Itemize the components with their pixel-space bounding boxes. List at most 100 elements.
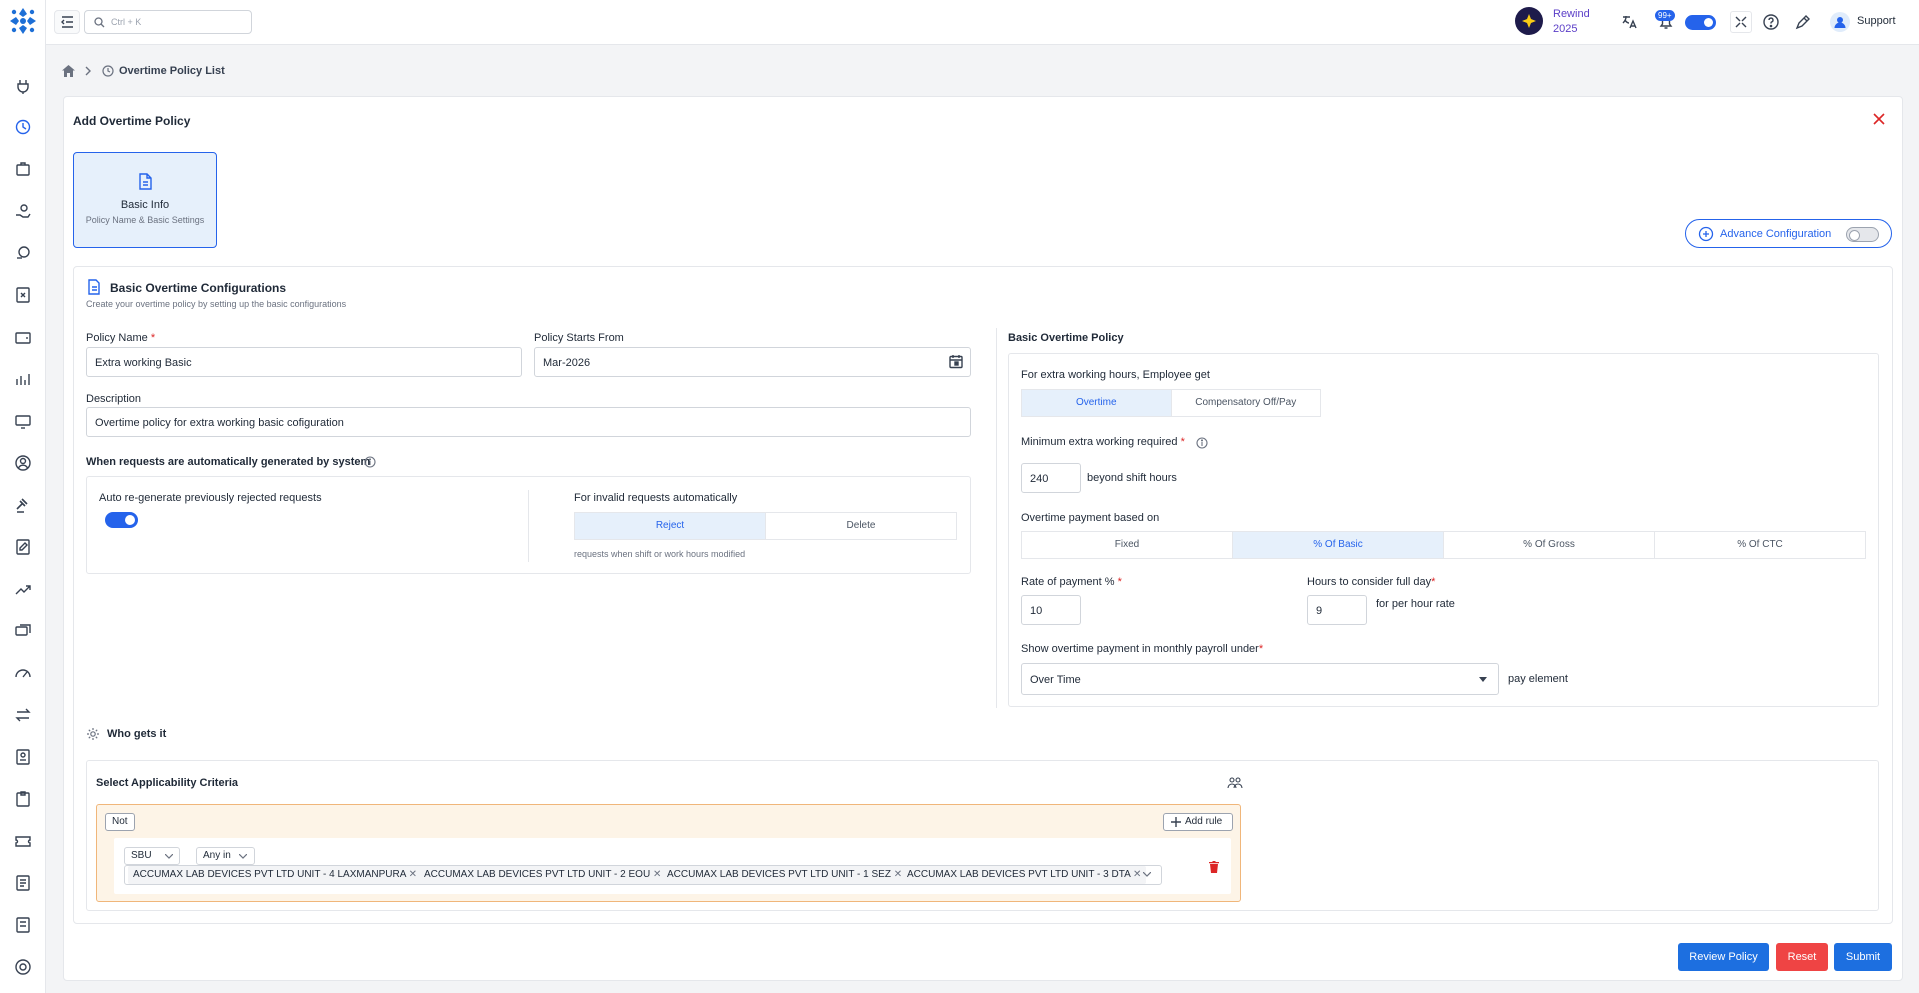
sidebar-icon-receipt[interactable] [14,916,32,934]
sidebar-icon-wallet[interactable] [14,328,32,346]
close-icon[interactable] [1873,113,1885,125]
rewind-label[interactable]: Rewind 2025 [1553,7,1590,37]
min-extra-label: Minimum extra working required * [1021,436,1185,448]
calendar-icon[interactable] [949,354,963,369]
rate-label: Rate of payment % * [1021,576,1122,588]
sidebar-icon-document-x[interactable] [14,286,32,304]
not-toggle[interactable]: Not [105,813,135,831]
percent-basic-option[interactable]: % Of Basic [1233,532,1444,558]
policy-name-input[interactable]: Extra working Basic [86,347,522,377]
policy-name-label: Policy Name * [86,332,156,344]
sidebar-icon-hand-money[interactable] [14,202,32,220]
sidebar-icon-user-circle[interactable] [14,454,32,472]
chevron-right-icon [84,66,92,76]
hours-full-day-label: Hours to consider full day* [1307,576,1436,588]
payment-basis-segment: Fixed % Of Basic % Of Gross % Of CTC [1021,531,1866,559]
auto-regen-label: Auto re-generate previously rejected req… [99,492,322,504]
people-group-icon[interactable] [1227,776,1243,790]
sidebar-icon-growth[interactable] [14,580,32,598]
help-icon[interactable] [1762,13,1780,31]
sidebar-icon-cards[interactable] [14,622,32,640]
sidebar-icon-ticket[interactable] [14,832,32,850]
min-extra-input[interactable]: 240 [1021,463,1081,493]
field-select[interactable]: SBU [124,847,180,865]
search-input[interactable]: Ctrl + K [84,10,252,34]
criteria-title: Select Applicability Criteria [96,777,239,789]
pen-icon[interactable] [1794,13,1812,31]
policy-starts-input[interactable]: Mar-2026 [534,347,971,377]
chevron-down-icon[interactable] [1143,872,1151,877]
value-tag: ACCUMAX LAB DEVICES PVT LTD UNIT - 1 SEZ… [662,866,908,884]
rate-input[interactable]: 10 [1021,595,1081,625]
remove-tag-icon[interactable]: ✕ [1133,869,1141,880]
hours-full-day-input[interactable]: 9 [1307,595,1367,625]
reset-button[interactable]: Reset [1776,943,1828,971]
sidebar-icon-speedometer[interactable] [14,664,32,682]
settings-icon [86,727,100,741]
app-logo[interactable] [8,6,38,36]
remove-tag-icon[interactable]: ✕ [894,869,902,880]
fullscreen-icon[interactable] [1730,11,1752,33]
sidebar-icon-target[interactable] [14,958,32,976]
sidebar-icon-transfer[interactable] [14,706,32,724]
payroll-select-value: Over Time [1030,674,1081,686]
info-icon[interactable] [364,456,376,468]
review-policy-button[interactable]: Review Policy [1678,943,1769,971]
comp-off-option[interactable]: Compensatory Off/Pay [1172,390,1321,416]
who-gets-it-title: Who gets it [107,728,167,740]
operator-select[interactable]: Any in [196,847,255,865]
auto-regen-toggle[interactable] [105,512,138,528]
dropdown-caret-icon [1479,677,1487,682]
payroll-label: Show overtime payment in monthly payroll… [1021,643,1264,655]
percent-ctc-option[interactable]: % Of CTC [1655,532,1865,558]
search-icon [94,17,105,28]
sidebar-icon-plug[interactable] [14,77,32,95]
advance-configuration-button[interactable]: Advance Configuration [1685,219,1892,248]
basic-section-title: Basic Overtime Configurations [110,281,287,295]
sidebar-icon-checklist[interactable] [14,874,32,892]
sidebar-icon-briefcase[interactable] [14,160,32,178]
support-link[interactable]: Support [1857,15,1896,27]
remove-tag-icon[interactable]: ✕ [409,869,417,880]
sidebar-icon-chart-people[interactable] [14,370,32,388]
user-avatar-icon[interactable] [1830,12,1850,32]
sidebar-icon-edit-doc[interactable] [14,538,32,556]
description-input[interactable]: Overtime policy for extra working basic … [86,407,971,437]
sidebar-icon-overtime[interactable] [14,118,32,136]
value-tag: ACCUMAX LAB DEVICES PVT LTD UNIT - 2 EOU… [419,866,667,884]
invalid-requests-segment: Reject Delete [574,512,957,540]
remove-tag-icon[interactable]: ✕ [653,869,661,880]
sidebar-icon-monitor[interactable] [14,412,32,430]
submit-button[interactable]: Submit [1834,943,1892,971]
invalid-requests-hint: requests when shift or work hours modifi… [574,549,746,559]
add-rule-button[interactable]: Add rule [1163,813,1233,831]
percent-gross-option[interactable]: % Of Gross [1444,532,1655,558]
payroll-select[interactable]: Over Time [1021,663,1499,695]
top-bar: Ctrl + K Rewind 2025 99+ Support [46,0,1919,45]
sidebar-icon-id-card[interactable] [14,748,32,766]
home-icon[interactable] [62,65,75,77]
overtime-option[interactable]: Overtime [1022,390,1172,416]
sidebar-icon-gavel[interactable] [14,496,32,514]
sidebar-icon-clipboard[interactable] [14,790,32,808]
sidebar-icon-coins[interactable] [14,244,32,262]
translate-icon[interactable] [1620,13,1638,31]
theme-toggle[interactable] [1685,15,1716,30]
value-tag: ACCUMAX LAB DEVICES PVT LTD UNIT - 3 DTA… [902,866,1147,884]
sidebar [0,0,46,993]
delete-rule-icon[interactable] [1209,861,1219,873]
rewind-badge[interactable] [1515,7,1543,35]
search-placeholder: Ctrl + K [111,17,142,27]
advance-configuration-toggle[interactable] [1846,227,1879,242]
reject-option[interactable]: Reject [575,513,766,539]
info-icon[interactable] [1196,437,1208,449]
fixed-option[interactable]: Fixed [1022,532,1233,558]
delete-option[interactable]: Delete [766,513,956,539]
operator-select-value: Any in [203,850,231,861]
divider [528,490,529,562]
step-basic-info[interactable]: Basic Info Policy Name & Basic Settings [73,152,217,248]
auto-generate-title: When requests are automatically generate… [86,456,371,468]
breadcrumb-current[interactable]: Overtime Policy List [119,65,225,77]
document-icon [87,279,101,295]
collapse-menu-button[interactable] [54,10,80,34]
